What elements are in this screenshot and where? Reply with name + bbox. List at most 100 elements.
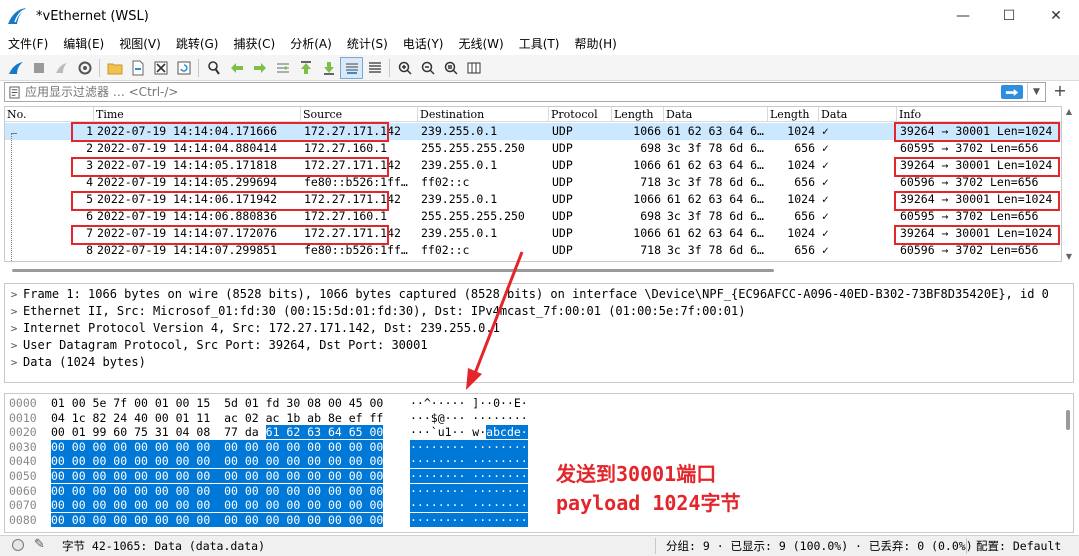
zoom-out-button[interactable] [416,57,439,79]
goto-icon [276,63,289,72]
detail-text: User Datagram Protocol, Src Port: 39264,… [23,338,428,352]
bytes-row[interactable]: 0000 01 00 5e 7f 00 01 00 15 5d 01 fd 30 … [5,396,1073,410]
packet-list-vertical-scrollbar[interactable]: ▲ ▼ [1064,107,1074,262]
detail-row-frame[interactable]: > Frame 1: 1066 bytes on wire (8528 bits)… [5,286,1073,303]
maximize-button[interactable]: ☐ [986,0,1032,32]
cell-data-flag: ✓ [822,243,829,257]
packet-bytes-pane[interactable]: 0000 01 00 5e 7f 00 01 00 15 5d 01 fd 30 … [4,393,1074,533]
detail-text: Ethernet II, Src: Microsof_01:fd:30 (00:… [23,304,746,318]
column-header-destination[interactable]: Destination [417,107,548,122]
column-header-length[interactable]: Length [611,107,663,122]
cell-protocol: UDP [552,243,573,257]
menu-tools[interactable]: 工具(T) [511,35,567,52]
go-first-button[interactable] [294,57,317,79]
scroll-down-icon[interactable]: ▼ [1064,252,1074,262]
packet-row[interactable]: 2 2022-07-19 14:14:04.880414 172.27.160.1 2… [5,140,1061,157]
menu-capture[interactable]: 捕获(C) [225,35,282,52]
column-header-source[interactable]: Source [300,107,417,122]
expand-arrow-icon[interactable]: > [5,354,23,371]
minimize-button[interactable]: — [940,0,986,32]
display-filter-input[interactable] [23,83,1001,101]
cell-data-length: 656 [794,243,815,257]
save-file-button[interactable] [126,57,149,79]
packet-list-horizontal-scrollbar[interactable] [12,269,774,272]
restart-capture-button[interactable] [50,57,73,79]
bytes-ascii-plain: ···$@··· ········ [410,410,528,425]
menu-wireless[interactable]: 无线(W) [451,35,511,52]
add-filter-button[interactable]: + [1050,83,1070,100]
file-icon [132,60,143,75]
colorize-button[interactable] [363,57,386,79]
toolbar-separator [198,58,199,77]
filter-bookmark-button[interactable] [5,83,23,101]
close-button[interactable]: ✕ [1033,0,1079,32]
expand-arrow-icon[interactable]: > [5,337,23,354]
bytes-row[interactable]: 0080 00 00 00 00 00 00 00 00 00 00 00 00 … [5,512,1073,527]
cell-length: 718 [640,243,661,257]
menu-statistics[interactable]: 统计(S) [339,35,395,52]
bytes-row[interactable]: 0030 00 00 00 00 00 00 00 00 00 00 00 00 … [5,439,1073,454]
apply-filter-button[interactable] [1001,85,1023,99]
zoom-in-button[interactable] [393,57,416,79]
menu-view[interactable]: 视图(V) [111,35,168,52]
scroll-up-icon[interactable]: ▲ [1064,107,1074,117]
detail-row-ip[interactable]: > Internet Protocol Version 4, Src: 172.2… [5,320,1073,337]
bytes-offset: 0030 [9,439,37,454]
menu-telephony[interactable]: 电话(Y) [395,35,451,52]
open-file-button[interactable] [103,57,126,79]
bytes-row[interactable]: 0010 04 1c 82 24 40 00 01 11 ac 02 ac 1b … [5,411,1073,425]
status-profile[interactable]: 配置: Default [976,538,1061,554]
autoscroll-button[interactable] [340,56,363,79]
bytes-row[interactable]: 0060 00 00 00 00 00 00 00 00 00 00 00 00 … [5,483,1073,498]
bytes-row[interactable]: 0020 00 01 99 60 75 31 04 08 77 da 61 62 … [5,425,1073,440]
bytes-row[interactable]: 0040 00 00 00 00 00 00 00 00 00 00 00 00 … [5,454,1073,469]
expand-arrow-icon[interactable]: > [5,286,23,303]
gear-icon [78,61,91,74]
capture-options-button[interactable] [73,57,96,79]
cell-destination: 255.255.255.250 [421,141,525,155]
close-file-button[interactable] [149,57,172,79]
expand-arrow-icon[interactable]: > [5,303,23,320]
edit-comment-icon[interactable]: ✎ [34,537,45,552]
bytes-ascii-highlight: ········ ········ [410,483,528,498]
find-packet-button[interactable] [202,57,225,79]
bytes-row[interactable]: 0070 00 00 00 00 00 00 00 00 00 00 00 00 … [5,498,1073,513]
menu-file[interactable]: 文件(F) [0,35,55,52]
go-to-packet-button[interactable] [271,57,294,79]
annotation-line1: 发送到30001端口 [556,462,717,486]
menu-help[interactable]: 帮助(H) [566,35,623,52]
go-back-button[interactable] [225,57,248,79]
column-header-data-flag[interactable]: Data [818,107,896,122]
status-separator [966,538,967,554]
menu-go[interactable]: 跳转(G) [168,35,226,52]
filter-history-dropdown[interactable]: ▼ [1027,83,1045,101]
column-header-time[interactable]: Time [93,107,300,122]
bytes-vertical-scrollbar[interactable] [1066,410,1070,430]
detail-row-ethernet[interactable]: > Ethernet II, Src: Microsof_01:fd:30 (00… [5,303,1073,320]
menu-edit[interactable]: 编辑(E) [55,35,111,52]
bytes-row[interactable]: 0050 00 00 00 00 00 00 00 00 00 00 00 00 … [5,469,1073,483]
go-forward-button[interactable] [248,57,271,79]
cell-length: 1066 [633,158,661,172]
column-header-info[interactable]: Info [896,107,1061,122]
start-capture-button[interactable] [4,57,27,79]
zoom-reset-button[interactable] [439,57,462,79]
column-header-no[interactable]: No. [5,107,93,122]
expand-arrow-icon[interactable]: > [5,320,23,337]
detail-row-data[interactable]: > Data (1024 bytes) [5,354,1073,371]
stop-capture-button[interactable] [27,57,50,79]
cell-data-flag: ✓ [822,141,829,155]
column-header-protocol[interactable]: Protocol [548,107,611,122]
resize-columns-button[interactable] [462,57,485,79]
detail-row-udp[interactable]: > User Datagram Protocol, Src Port: 39264… [5,337,1073,354]
go-last-button[interactable] [317,57,340,79]
reload-file-button[interactable] [172,57,195,79]
cell-data: 3c 3f 78 6d 6… [667,175,764,189]
column-header-data-length[interactable]: Length [767,107,818,122]
menu-analyze[interactable]: 分析(A) [282,35,339,52]
bytes-hex: 00 00 00 00 00 00 00 00 00 00 00 00 00 0… [51,454,384,469]
cell-destination: 239.255.0.1 [421,192,498,206]
cell-data: 3c 3f 78 6d 6… [667,209,764,223]
annotation-box-row7-left [71,225,389,245]
column-header-data[interactable]: Data [663,107,767,122]
